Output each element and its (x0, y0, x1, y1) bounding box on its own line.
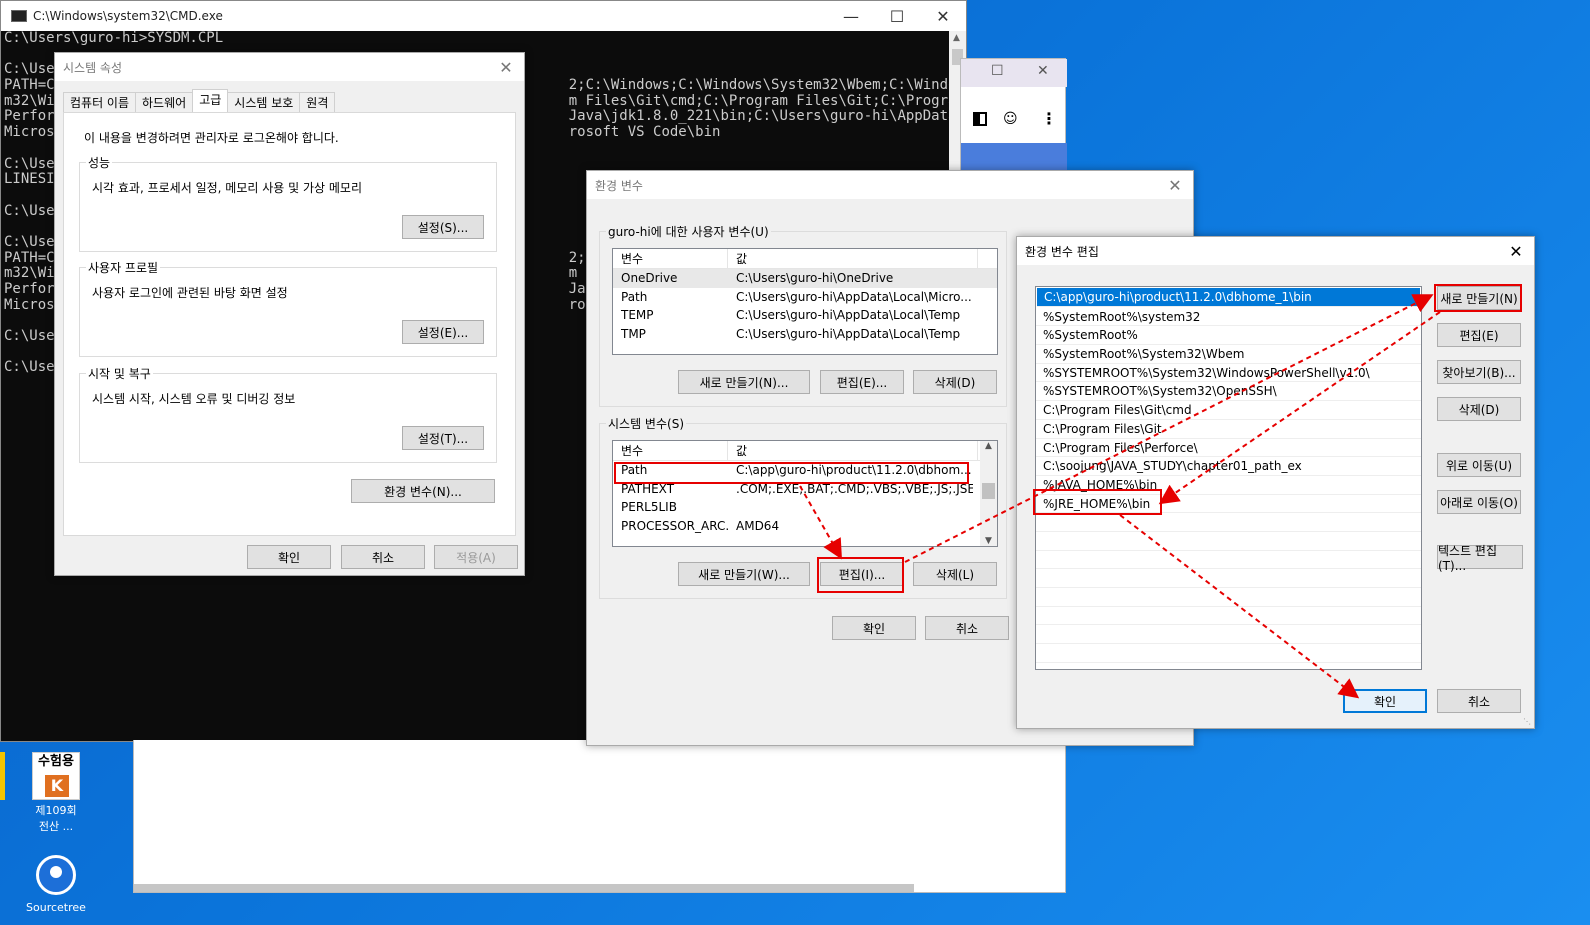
arrow-path-to-edit (799, 485, 842, 560)
arrow-edit-to-new (904, 294, 1434, 563)
arrow-new-to-jre (1158, 311, 1441, 505)
annotation-arrows (799, 294, 1441, 699)
arrow-jre-to-ok (1119, 514, 1360, 699)
